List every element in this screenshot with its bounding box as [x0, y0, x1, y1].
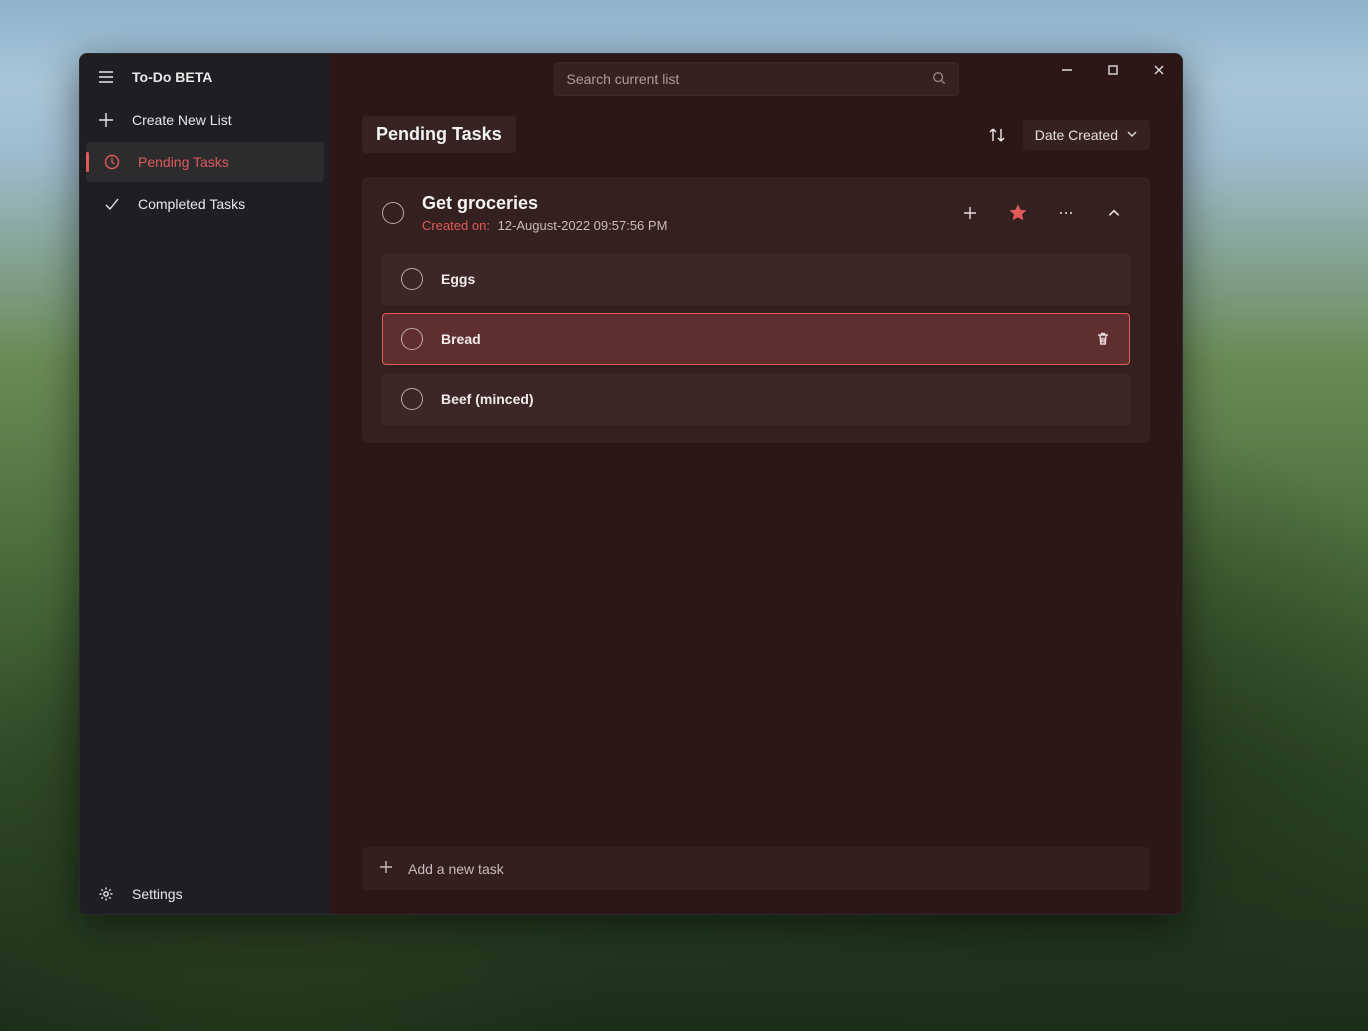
check-icon — [104, 196, 120, 212]
chevron-down-icon — [1126, 127, 1138, 143]
subtask-list: Eggs Bread Beef (minced) — [362, 249, 1150, 443]
search-input[interactable]: Search current list — [554, 62, 959, 96]
delete-subtask-button[interactable] — [1095, 331, 1111, 347]
settings-label: Settings — [132, 886, 183, 902]
task-created-value: 12-August-2022 09:57:56 PM — [498, 218, 668, 233]
add-subtask-button[interactable] — [954, 197, 986, 229]
minimize-button[interactable] — [1044, 54, 1090, 86]
app-title: To-Do BETA — [132, 69, 212, 85]
sidebar-item-completed-tasks[interactable]: Completed Tasks — [86, 184, 324, 224]
plus-icon — [98, 112, 114, 128]
subtask-item[interactable]: Eggs — [382, 253, 1130, 305]
subtask-complete-toggle[interactable] — [401, 388, 423, 410]
add-task-label: Add a new task — [408, 861, 504, 877]
clock-icon — [104, 154, 120, 170]
task-header[interactable]: Get groceries Created on: 12-August-2022… — [362, 177, 1150, 249]
create-list-label: Create New List — [132, 112, 232, 128]
task-header-main: Get groceries Created on: 12-August-2022… — [422, 193, 936, 233]
subtask-item[interactable]: Bread — [382, 313, 1130, 365]
sort-label: Date Created — [1035, 127, 1118, 143]
task-complete-toggle[interactable] — [382, 202, 404, 224]
sort-controls: Date Created — [981, 119, 1150, 151]
subtask-complete-toggle[interactable] — [401, 268, 423, 290]
task-list: Get groceries Created on: 12-August-2022… — [330, 163, 1182, 847]
subtask-complete-toggle[interactable] — [401, 328, 423, 350]
collapse-button[interactable] — [1098, 197, 1130, 229]
task-actions — [954, 197, 1130, 229]
settings-button[interactable]: Settings — [80, 874, 330, 914]
add-task-input[interactable]: Add a new task — [362, 847, 1150, 890]
create-new-list-button[interactable]: Create New List — [80, 100, 330, 140]
sidebar-header: To-Do BETA — [80, 54, 330, 100]
search-icon — [932, 71, 946, 88]
subtask-item[interactable]: Beef (minced) — [382, 373, 1130, 425]
sidebar-item-label: Pending Tasks — [138, 154, 229, 170]
task-title: Get groceries — [422, 193, 936, 214]
more-options-button[interactable] — [1050, 197, 1082, 229]
subtask-label: Eggs — [441, 271, 1111, 287]
sort-dropdown[interactable]: Date Created — [1023, 120, 1150, 150]
page-title: Pending Tasks — [362, 116, 516, 153]
main-panel: Search current list Pending Tasks Date C… — [330, 54, 1182, 914]
sidebar-item-pending-tasks[interactable]: Pending Tasks — [86, 142, 324, 182]
sidebar: To-Do BETA Create New List Pending Tasks — [80, 54, 330, 914]
desktop-wallpaper: To-Do BETA Create New List Pending Tasks — [0, 0, 1368, 1031]
subtask-label: Bread — [441, 331, 1077, 347]
menu-icon[interactable] — [98, 69, 114, 85]
task-meta: Created on: 12-August-2022 09:57:56 PM — [422, 218, 936, 233]
task-card: Get groceries Created on: 12-August-2022… — [362, 177, 1150, 443]
subtask-label: Beef (minced) — [441, 391, 1111, 407]
page-header: Pending Tasks Date Created — [330, 98, 1182, 163]
plus-icon — [378, 859, 394, 878]
task-created-label: Created on: — [422, 218, 490, 233]
app-window: To-Do BETA Create New List Pending Tasks — [79, 53, 1183, 915]
close-button[interactable] — [1136, 54, 1182, 86]
window-controls — [1044, 54, 1182, 86]
search-placeholder: Search current list — [567, 71, 932, 87]
gear-icon — [98, 886, 114, 902]
maximize-button[interactable] — [1090, 54, 1136, 86]
sort-direction-button[interactable] — [981, 119, 1013, 151]
star-button[interactable] — [1002, 197, 1034, 229]
sidebar-item-label: Completed Tasks — [138, 196, 245, 212]
